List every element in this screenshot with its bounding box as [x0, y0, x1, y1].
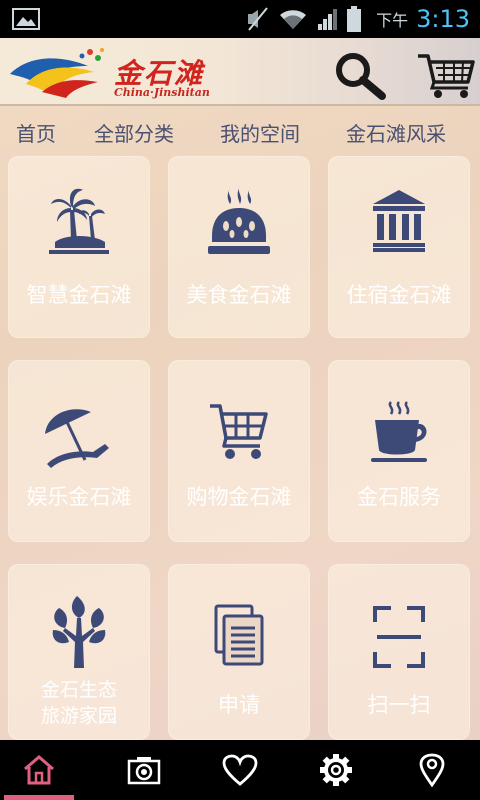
gallery-icon [12, 8, 40, 30]
tile-entertainment-jinshitan[interactable]: 娱乐金石滩 [8, 360, 150, 542]
status-clock: 3:13 [416, 5, 470, 33]
tab-favorites[interactable] [192, 740, 288, 800]
location-pin-icon [419, 753, 445, 787]
status-ampm: 下午 [376, 11, 409, 30]
tile-label: 申请 [218, 693, 260, 717]
nav-jinshitan-style[interactable]: 金石滩风采 [346, 118, 446, 147]
tile-label: 美食金石滩 [186, 283, 292, 307]
camera-icon [127, 757, 161, 785]
tile-eco-tourism-home[interactable]: 金石生态 旅游家园 [8, 564, 150, 740]
signal-icon [318, 9, 338, 30]
tile-label-line1: 金石生态 [40, 679, 117, 701]
logo[interactable]: 金石滩 China·Jinshitan [8, 44, 218, 102]
tab-settings[interactable] [288, 740, 384, 800]
battery-icon [347, 6, 362, 32]
nav-my-space[interactable]: 我的空间 [220, 118, 300, 147]
home-icon [24, 755, 54, 785]
tab-location[interactable] [384, 740, 480, 800]
search-icon [336, 53, 386, 100]
tile-label-line2: 旅游家园 [40, 705, 117, 727]
cart-icon [418, 54, 475, 98]
tile-smart-jinshitan[interactable]: 智慧金石滩 [8, 156, 150, 338]
tab-home[interactable] [0, 740, 96, 800]
tree-icon [52, 596, 106, 668]
top-nav: 首页 全部分类 我的空间 金石滩风采 [0, 108, 480, 154]
tile-label: 智慧金石滩 [26, 283, 132, 307]
tile-label: 购物金石滩 [186, 485, 292, 509]
status-bar: 下午 3:13 [0, 0, 480, 38]
tile-label: 住宿金石滩 [346, 283, 452, 307]
cart-button[interactable] [416, 50, 476, 100]
tab-camera[interactable] [96, 740, 192, 800]
tile-label: 扫一扫 [367, 693, 431, 717]
building-icon [373, 190, 425, 252]
tile-lodging-jinshitan[interactable]: 住宿金石滩 [328, 156, 470, 338]
coffee-cup-icon [371, 401, 427, 462]
shopping-cart-icon [210, 404, 268, 459]
tile-label: 金石服务 [357, 485, 441, 509]
bottom-tab-bar [0, 740, 480, 800]
nav-all-categories[interactable]: 全部分类 [94, 118, 174, 147]
gear-icon [320, 754, 352, 786]
scan-icon [373, 606, 425, 668]
logo-subtitle: China·Jinshitan [114, 86, 210, 99]
tile-scan[interactable]: 扫一扫 [328, 564, 470, 740]
beach-umbrella-icon [45, 409, 109, 468]
nav-home[interactable]: 首页 [16, 118, 56, 147]
logo-emblem-icon [10, 48, 104, 98]
bread-icon [208, 186, 270, 254]
tile-label: 娱乐金石滩 [26, 485, 132, 509]
app-header: 金石滩 China·Jinshitan [0, 38, 480, 106]
wifi-icon [280, 10, 307, 30]
search-button[interactable] [332, 50, 388, 100]
heart-icon [222, 754, 258, 786]
mute-icon [248, 7, 268, 31]
tile-food-jinshitan[interactable]: 美食金石滩 [168, 156, 310, 338]
tile-jinshi-service[interactable]: 金石服务 [328, 360, 470, 542]
tile-apply[interactable]: 申请 [168, 564, 310, 740]
documents-icon [214, 604, 264, 666]
palm-island-icon [49, 188, 109, 254]
tile-shopping-jinshitan[interactable]: 购物金石滩 [168, 360, 310, 542]
